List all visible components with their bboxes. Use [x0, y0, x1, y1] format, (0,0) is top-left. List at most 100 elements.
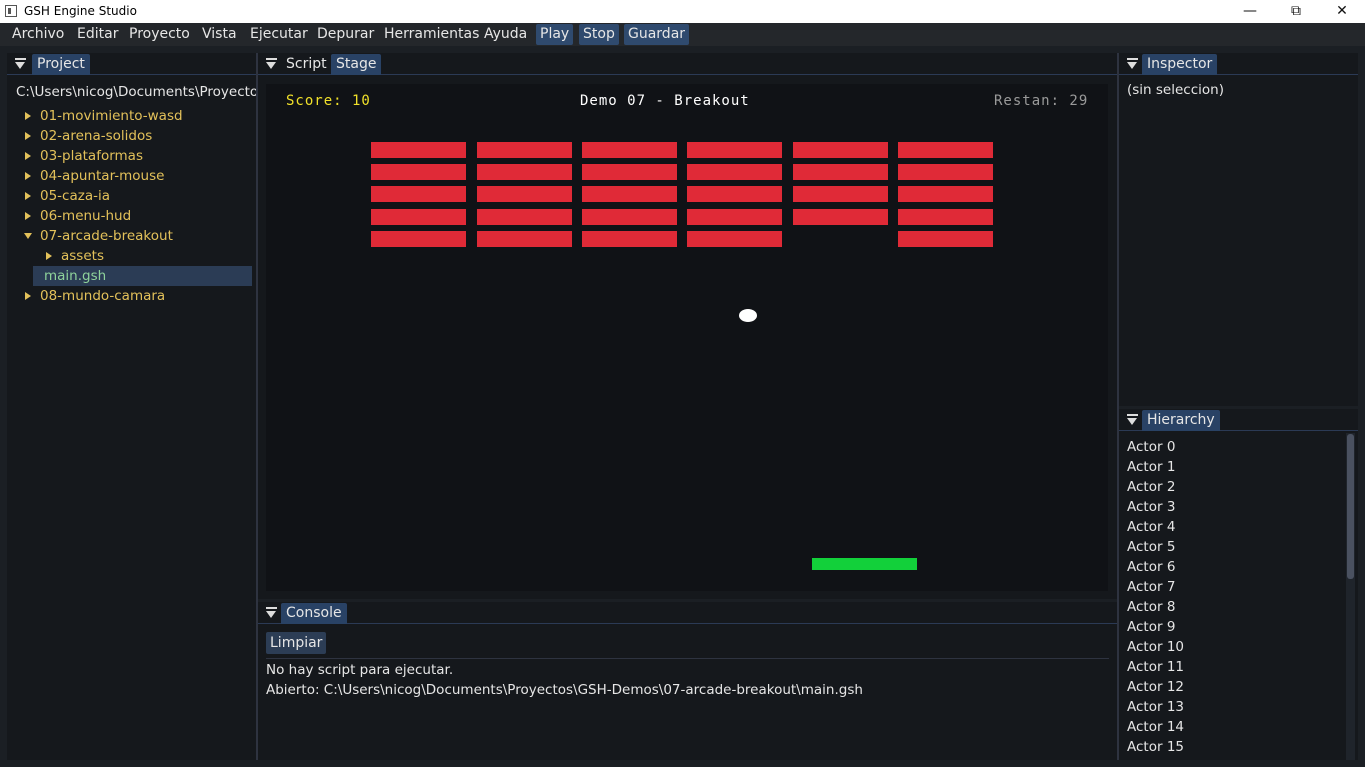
clear-button[interactable]: Limpiar — [266, 632, 327, 654]
close-icon[interactable]: ✕ — [1319, 0, 1365, 23]
brick — [371, 142, 466, 158]
paddle — [812, 558, 917, 570]
remaining-text: Restan: 29 — [994, 93, 1089, 109]
scrollbar-thumb[interactable] — [1347, 434, 1354, 579]
minimize-icon[interactable]: — — [1227, 0, 1273, 23]
tab-inspector[interactable]: Inspector — [1142, 54, 1218, 75]
hierarchy-item[interactable]: Actor 2 — [1127, 477, 1175, 497]
tab-console[interactable]: Console — [281, 603, 347, 624]
console-panel-header: Console — [258, 602, 1117, 624]
title-bar: GSH Engine Studio — ⧉ ✕ — [0, 0, 1365, 23]
project-panel-header: Project — [7, 53, 256, 75]
brick — [793, 186, 888, 202]
menu-proyecto[interactable]: Proyecto — [125, 23, 194, 46]
hierarchy-item[interactable]: Actor 8 — [1127, 597, 1175, 617]
expand-icon[interactable] — [46, 252, 52, 260]
menu-archivo[interactable]: Archivo — [8, 23, 68, 46]
hierarchy-item[interactable]: Actor 9 — [1127, 617, 1175, 637]
score-text: Score: 10 — [286, 93, 371, 109]
tree-file-main[interactable]: main.gsh — [44, 266, 106, 286]
expand-icon[interactable] — [25, 212, 31, 220]
hierarchy-item[interactable]: Actor 13 — [1127, 697, 1184, 717]
tree-folder-07[interactable]: 07-arcade-breakout — [40, 226, 173, 246]
brick — [898, 231, 993, 247]
ball — [739, 309, 757, 322]
menu-ayuda[interactable]: Ayuda — [480, 23, 531, 46]
hierarchy-panel-header: Hierarchy — [1119, 409, 1358, 431]
inspector-empty-text: (sin seleccion) — [1127, 82, 1224, 98]
hierarchy-item[interactable]: Actor 4 — [1127, 517, 1175, 537]
brick — [582, 164, 677, 180]
brick — [371, 186, 466, 202]
hierarchy-item[interactable]: Actor 0 — [1127, 437, 1175, 457]
tree-folder-06[interactable]: 06-menu-hud — [40, 206, 131, 226]
brick — [371, 164, 466, 180]
brick — [687, 209, 782, 225]
menu-bar: Archivo Editar Proyecto Vista Ejecutar D… — [0, 23, 1365, 46]
tree-folder-03[interactable]: 03-plataformas — [40, 146, 143, 166]
hierarchy-item[interactable]: Actor 12 — [1127, 677, 1184, 697]
hierarchy-item[interactable]: Actor 10 — [1127, 637, 1184, 657]
brick — [793, 142, 888, 158]
brick — [687, 164, 782, 180]
tree-folder-05[interactable]: 05-caza-ia — [40, 186, 110, 206]
brick — [582, 231, 677, 247]
expand-icon[interactable] — [25, 132, 31, 140]
hierarchy-item[interactable]: Actor 1 — [1127, 457, 1175, 477]
stage-panel-header: Script Stage — [258, 53, 1117, 75]
collapse-icon[interactable] — [15, 58, 27, 70]
tab-stage[interactable]: Stage — [331, 54, 382, 75]
stop-button[interactable]: Stop — [579, 24, 619, 45]
brick — [582, 209, 677, 225]
inspector-panel: Inspector — [1119, 53, 1358, 406]
menu-herramientas[interactable]: Herramientas — [380, 23, 483, 46]
brick — [793, 164, 888, 180]
expand-icon[interactable] — [25, 192, 31, 200]
brick — [477, 186, 572, 202]
tab-script[interactable]: Script — [281, 54, 332, 75]
hierarchy-item[interactable]: Actor 14 — [1127, 717, 1184, 737]
collapse-icon[interactable] — [266, 607, 278, 619]
game-title: Demo 07 - Breakout — [580, 93, 750, 109]
collapse-icon[interactable] — [1127, 414, 1139, 426]
hierarchy-item[interactable]: Actor 3 — [1127, 497, 1175, 517]
brick — [477, 231, 572, 247]
hierarchy-item[interactable]: Actor 15 — [1127, 737, 1184, 757]
hierarchy-item[interactable]: Actor 6 — [1127, 557, 1175, 577]
menu-ejecutar[interactable]: Ejecutar — [246, 23, 312, 46]
hierarchy-item[interactable]: Actor 5 — [1127, 537, 1175, 557]
brick — [477, 142, 572, 158]
tab-hierarchy[interactable]: Hierarchy — [1142, 410, 1220, 431]
menu-vista[interactable]: Vista — [198, 23, 241, 46]
collapse-icon[interactable] — [266, 58, 278, 70]
brick — [898, 186, 993, 202]
app-icon — [5, 5, 17, 17]
brick — [898, 164, 993, 180]
expand-icon[interactable] — [25, 152, 31, 160]
collapse-icon[interactable] — [1127, 58, 1139, 70]
expand-icon[interactable] — [25, 112, 31, 120]
collapse-folder-icon[interactable] — [24, 233, 32, 239]
save-button[interactable]: Guardar — [624, 24, 690, 45]
expand-icon[interactable] — [25, 172, 31, 180]
brick — [477, 209, 572, 225]
project-path: C:\Users\nicog\Documents\Proyectos\ — [16, 84, 256, 100]
menu-editar[interactable]: Editar — [73, 23, 122, 46]
tree-folder-02[interactable]: 02-arena-solidos — [40, 126, 152, 146]
brick — [793, 209, 888, 225]
restore-icon[interactable]: ⧉ — [1273, 0, 1319, 23]
tree-folder-08[interactable]: 08-mundo-camara — [40, 286, 165, 306]
brick — [371, 209, 466, 225]
play-button[interactable]: Play — [536, 24, 574, 45]
expand-icon[interactable] — [25, 292, 31, 300]
tab-project[interactable]: Project — [32, 54, 90, 75]
hierarchy-item[interactable]: Actor 7 — [1127, 577, 1175, 597]
console-line: Abierto: C:\Users\nicog\Documents\Proyec… — [266, 682, 863, 698]
tree-folder-assets[interactable]: assets — [61, 246, 104, 266]
brick — [687, 142, 782, 158]
menu-depurar[interactable]: Depurar — [313, 23, 378, 46]
tree-folder-01[interactable]: 01-movimiento-wasd — [40, 106, 183, 126]
hierarchy-item[interactable]: Actor 11 — [1127, 657, 1184, 677]
tree-folder-04[interactable]: 04-apuntar-mouse — [40, 166, 164, 186]
game-stage[interactable] — [266, 84, 1108, 591]
